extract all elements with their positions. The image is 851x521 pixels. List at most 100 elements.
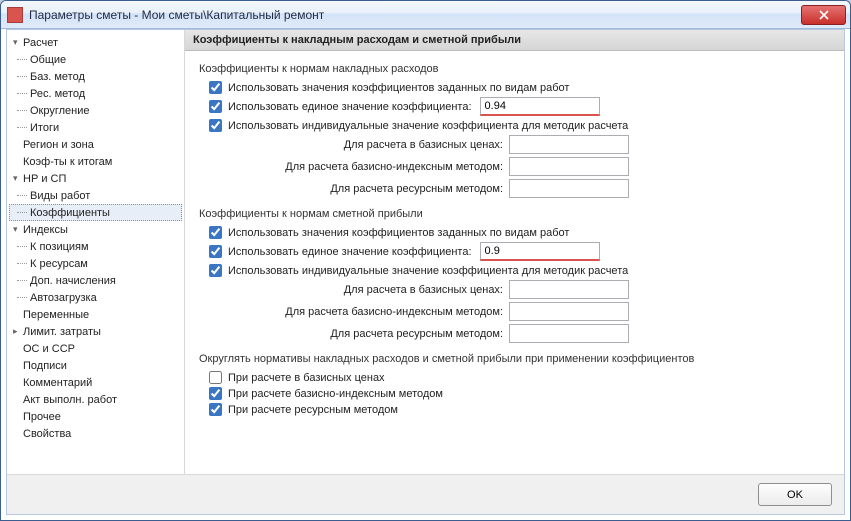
g1-basidx-input[interactable] — [509, 157, 629, 176]
tree-item-19[interactable]: Подписи — [9, 357, 182, 374]
g2-res-label: Для расчета ресурсным методом: — [209, 328, 509, 340]
window-title: Параметры сметы - Мои сметы\Капитальный … — [29, 8, 801, 22]
cb-g2-vidy-label: Использовать значения коэффициентов зада… — [228, 227, 569, 239]
tree-item-15[interactable]: Автозагрузка — [9, 289, 182, 306]
tree-item-4[interactable]: Округление — [9, 102, 182, 119]
tree-item-label: Рес. метод — [30, 88, 85, 100]
tree-item-label: Подписи — [23, 360, 67, 372]
content-body: Коэффициенты к нормам накладных расходов… — [185, 51, 844, 474]
tree-item-label: Округление — [30, 105, 90, 117]
tree-item-3[interactable]: Рес. метод — [9, 85, 182, 102]
cb-g3-res-label: При расчете ресурсным методом — [228, 404, 398, 416]
cb-g1-indiv[interactable] — [209, 119, 222, 132]
g1-basis-row: Для расчета в базисных ценах: — [209, 135, 830, 154]
footer: OK — [7, 474, 844, 514]
tree-item-14[interactable]: Доп. начисления — [9, 272, 182, 289]
g2-res-input[interactable] — [509, 324, 629, 343]
tree-item-label: К ресурсам — [30, 258, 88, 270]
tree-twisty-icon: ▾ — [13, 37, 23, 48]
sidebar-tree[interactable]: ▾РасчетОбщиеБаз. методРес. методОкруглен… — [7, 30, 185, 474]
tree-item-label: Акт выполн. работ — [23, 394, 117, 406]
tree-item-20[interactable]: Комментарий — [9, 374, 182, 391]
cb-g3-basis-label: При расчете в базисных ценах — [228, 372, 385, 384]
tree-item-12[interactable]: К позициям — [9, 238, 182, 255]
tree-item-5[interactable]: Итоги — [9, 119, 182, 136]
g2-basidx-row: Для расчета базисно-индексным методом: — [209, 302, 830, 321]
cb-g2-edin-label: Использовать единое значение коэффициент… — [228, 246, 472, 258]
close-icon — [819, 10, 829, 20]
cb-g3-basidx[interactable] — [209, 387, 222, 400]
tree-item-label: Регион и зона — [23, 139, 94, 151]
tree-item-label: Лимит. затраты — [23, 326, 101, 338]
cb-g1-edin-row: Использовать единое значение коэффициент… — [209, 97, 830, 116]
body: ▾РасчетОбщиеБаз. методРес. методОкруглен… — [7, 30, 844, 474]
tree-item-10[interactable]: Коэффициенты — [9, 204, 182, 221]
cb-g3-basis-row: При расчете в базисных ценах — [209, 371, 830, 384]
tree-item-22[interactable]: Прочее — [9, 408, 182, 425]
cb-g1-edin-label: Использовать единое значение коэффициент… — [228, 101, 472, 113]
cb-g3-basidx-label: При расчете базисно-индексным методом — [228, 388, 443, 400]
g1-basis-input[interactable] — [509, 135, 629, 154]
cb-g2-indiv-row: Использовать индивидуальные значение коэ… — [209, 264, 830, 277]
cb-g1-edin[interactable] — [209, 100, 222, 113]
cb-g2-edin-row: Использовать единое значение коэффициент… — [209, 242, 830, 261]
g1-res-label: Для расчета ресурсным методом: — [209, 183, 509, 195]
cb-g1-vidy-label: Использовать значения коэффициентов зада… — [228, 82, 569, 94]
tree-item-11[interactable]: ▾Индексы — [9, 221, 182, 238]
tree-item-17[interactable]: ▸Лимит. затраты — [9, 323, 182, 340]
tree-item-label: НР и СП — [23, 173, 66, 185]
cb-g1-vidy[interactable] — [209, 81, 222, 94]
g1-basidx-label: Для расчета базисно-индексным методом: — [209, 161, 509, 173]
tree-item-0[interactable]: ▾Расчет — [9, 34, 182, 51]
tree-twisty-icon: ▾ — [13, 224, 23, 235]
cb-g2-indiv-label: Использовать индивидуальные значение коэ… — [228, 265, 628, 277]
cb-g3-basidx-row: При расчете базисно-индексным методом — [209, 387, 830, 400]
tree-item-13[interactable]: К ресурсам — [9, 255, 182, 272]
content-header: Коэффициенты к накладным расходам и смет… — [185, 30, 844, 51]
tree-item-16[interactable]: Переменные — [9, 306, 182, 323]
group2-title: Коэффициенты к нормам сметной прибыли — [199, 208, 830, 220]
cb-g1-vidy-row: Использовать значения коэффициентов зада… — [209, 81, 830, 94]
tree-item-label: Индексы — [23, 224, 68, 236]
tree-item-label: К позициям — [30, 241, 89, 253]
close-button[interactable] — [801, 5, 846, 25]
tree-item-7[interactable]: Коэф-ты к итогам — [9, 153, 182, 170]
tree-item-label: Доп. начисления — [30, 275, 116, 287]
tree-item-21[interactable]: Акт выполн. работ — [9, 391, 182, 408]
tree-item-2[interactable]: Баз. метод — [9, 68, 182, 85]
group1-title: Коэффициенты к нормам накладных расходов — [199, 63, 830, 75]
tree-item-label: Коэф-ты к итогам — [23, 156, 112, 168]
tree-item-label: Расчет — [23, 37, 58, 49]
tree-twisty-icon: ▸ — [13, 326, 23, 337]
tree-item-label: Общие — [30, 54, 66, 66]
tree-item-6[interactable]: Регион и зона — [9, 136, 182, 153]
cb-g3-basis[interactable] — [209, 371, 222, 384]
tree-item-8[interactable]: ▾НР и СП — [9, 170, 182, 187]
g1-basidx-row: Для расчета базисно-индексным методом: — [209, 157, 830, 176]
cb-g2-vidy-row: Использовать значения коэффициентов зада… — [209, 226, 830, 239]
tree-item-label: Переменные — [23, 309, 89, 321]
tree-item-23[interactable]: Свойства — [9, 425, 182, 442]
g1-edin-input[interactable] — [480, 97, 600, 116]
cb-g3-res-row: При расчете ресурсным методом — [209, 403, 830, 416]
cb-g2-edin[interactable] — [209, 245, 222, 258]
tree-item-1[interactable]: Общие — [9, 51, 182, 68]
tree-item-label: Свойства — [23, 428, 71, 440]
g2-res-row: Для расчета ресурсным методом: — [209, 324, 830, 343]
ok-button[interactable]: OK — [758, 483, 832, 506]
tree-item-label: ОС и ССР — [23, 343, 75, 355]
dialog-window: Параметры сметы - Мои сметы\Капитальный … — [0, 0, 851, 521]
cb-g3-res[interactable] — [209, 403, 222, 416]
tree-item-label: Виды работ — [30, 190, 90, 202]
cb-g2-vidy[interactable] — [209, 226, 222, 239]
g2-basis-input[interactable] — [509, 280, 629, 299]
group3-title: Округлять нормативы накладных расходов и… — [199, 353, 830, 365]
g2-edin-input[interactable] — [480, 242, 600, 261]
g2-basidx-input[interactable] — [509, 302, 629, 321]
g1-res-input[interactable] — [509, 179, 629, 198]
cb-g1-indiv-label: Использовать индивидуальные значение коэ… — [228, 120, 628, 132]
tree-item-label: Комментарий — [23, 377, 92, 389]
tree-item-18[interactable]: ОС и ССР — [9, 340, 182, 357]
tree-item-9[interactable]: Виды работ — [9, 187, 182, 204]
cb-g2-indiv[interactable] — [209, 264, 222, 277]
